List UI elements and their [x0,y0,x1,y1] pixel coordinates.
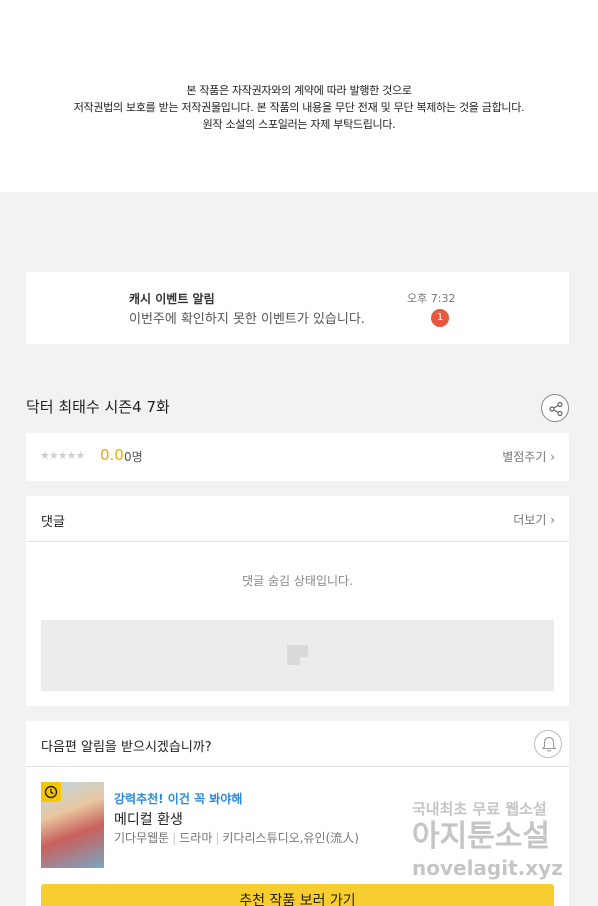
bell-icon [541,736,557,752]
alarm-count-badge: 1 [431,309,449,327]
recommendation-author: 키다리스튜디오,유인(流人) [222,831,359,845]
alarm-title: 캐시 이벤트 알림 [129,292,215,306]
recommendation-genre-1: 기다무웹툰 [114,831,170,845]
ad-placeholder [41,620,554,691]
comments-more-link[interactable]: 더보기 › [513,511,555,528]
meta-separator: | [172,831,177,845]
wait-free-badge [41,782,61,802]
share-icon [549,401,563,417]
alarm-description: 이번주에 확인하지 못한 이벤트가 있습니다. [129,312,365,327]
notification-bell-button[interactable] [534,730,562,758]
clock-icon [44,785,58,799]
rating-score: 0.0 [100,446,124,464]
copyright-notice-text: 본 작품은 자작권자와의 계약에 따라 발행한 것으로 저작권법의 보호를 받는… [0,82,598,133]
divider [26,766,569,767]
alarm-time: 오후 7:32 [407,292,456,305]
comments-hidden-message: 댓글 숨김 상태입니다. [242,574,353,588]
rating-card: ★★★★★ 0.0 0명 별점주기 › [26,433,569,481]
share-button[interactable] [541,394,569,422]
view-recommendation-button[interactable]: 추천 작품 보러 가기 [41,884,554,906]
image-placeholder-icon [287,645,308,665]
site-watermark: 국내최초 무료 웹소설 아지툰소설 novelagit.xyz [412,799,582,881]
recommendation-meta: 기다무웹툰 | 드라마 | 키다리스튜디오,유인(流人) [114,829,359,846]
episode-title: 닥터 최태수 시즌4 7화 [26,398,170,416]
comments-title: 댓글 [41,515,65,530]
copyright-notice: 본 작품은 자작권자와의 계약에 따라 발행한 것으로 저작권법의 보호를 받는… [0,0,598,192]
rate-button[interactable]: 별점주기 › [502,448,555,465]
recommendation-thumbnail[interactable] [41,782,104,868]
notice-line-3: 원작 소설의 스포일러는 자제 부탁드립니다. [202,118,396,131]
watermark-line-3: novelagit.xyz [412,856,563,880]
divider [26,541,569,542]
star-icon: ★★★★★ [40,449,85,462]
recommendation-title[interactable]: 메디컬 환생 [114,809,183,829]
cash-event-alarm-card[interactable]: 캐시 이벤트 알림 이번주에 확인하지 못한 이벤트가 있습니다. 오후 7:3… [26,272,569,344]
next-episode-question: 다음편 알림을 받으시겠습니까? [41,740,212,755]
notice-line-2: 저작권법의 보호를 받는 저작권물입니다. 본 작품의 내용을 무단 전재 및 … [73,101,525,114]
watermark-line-1: 국내최초 무료 웹소설 [412,800,547,818]
comments-card: 댓글 더보기 › 댓글 숨김 상태입니다. [26,496,569,706]
watermark-line-2: 아지툰소설 [412,819,550,854]
meta-separator: | [215,831,220,845]
rating-votes: 0명 [124,450,143,464]
recommendation-tag: 강력추천! 이건 꼭 봐야해 [114,792,243,806]
notice-line-1: 본 작품은 자작권자와의 계약에 따라 발행한 것으로 [186,84,412,97]
recommendation-genre-2: 드라마 [179,831,213,845]
